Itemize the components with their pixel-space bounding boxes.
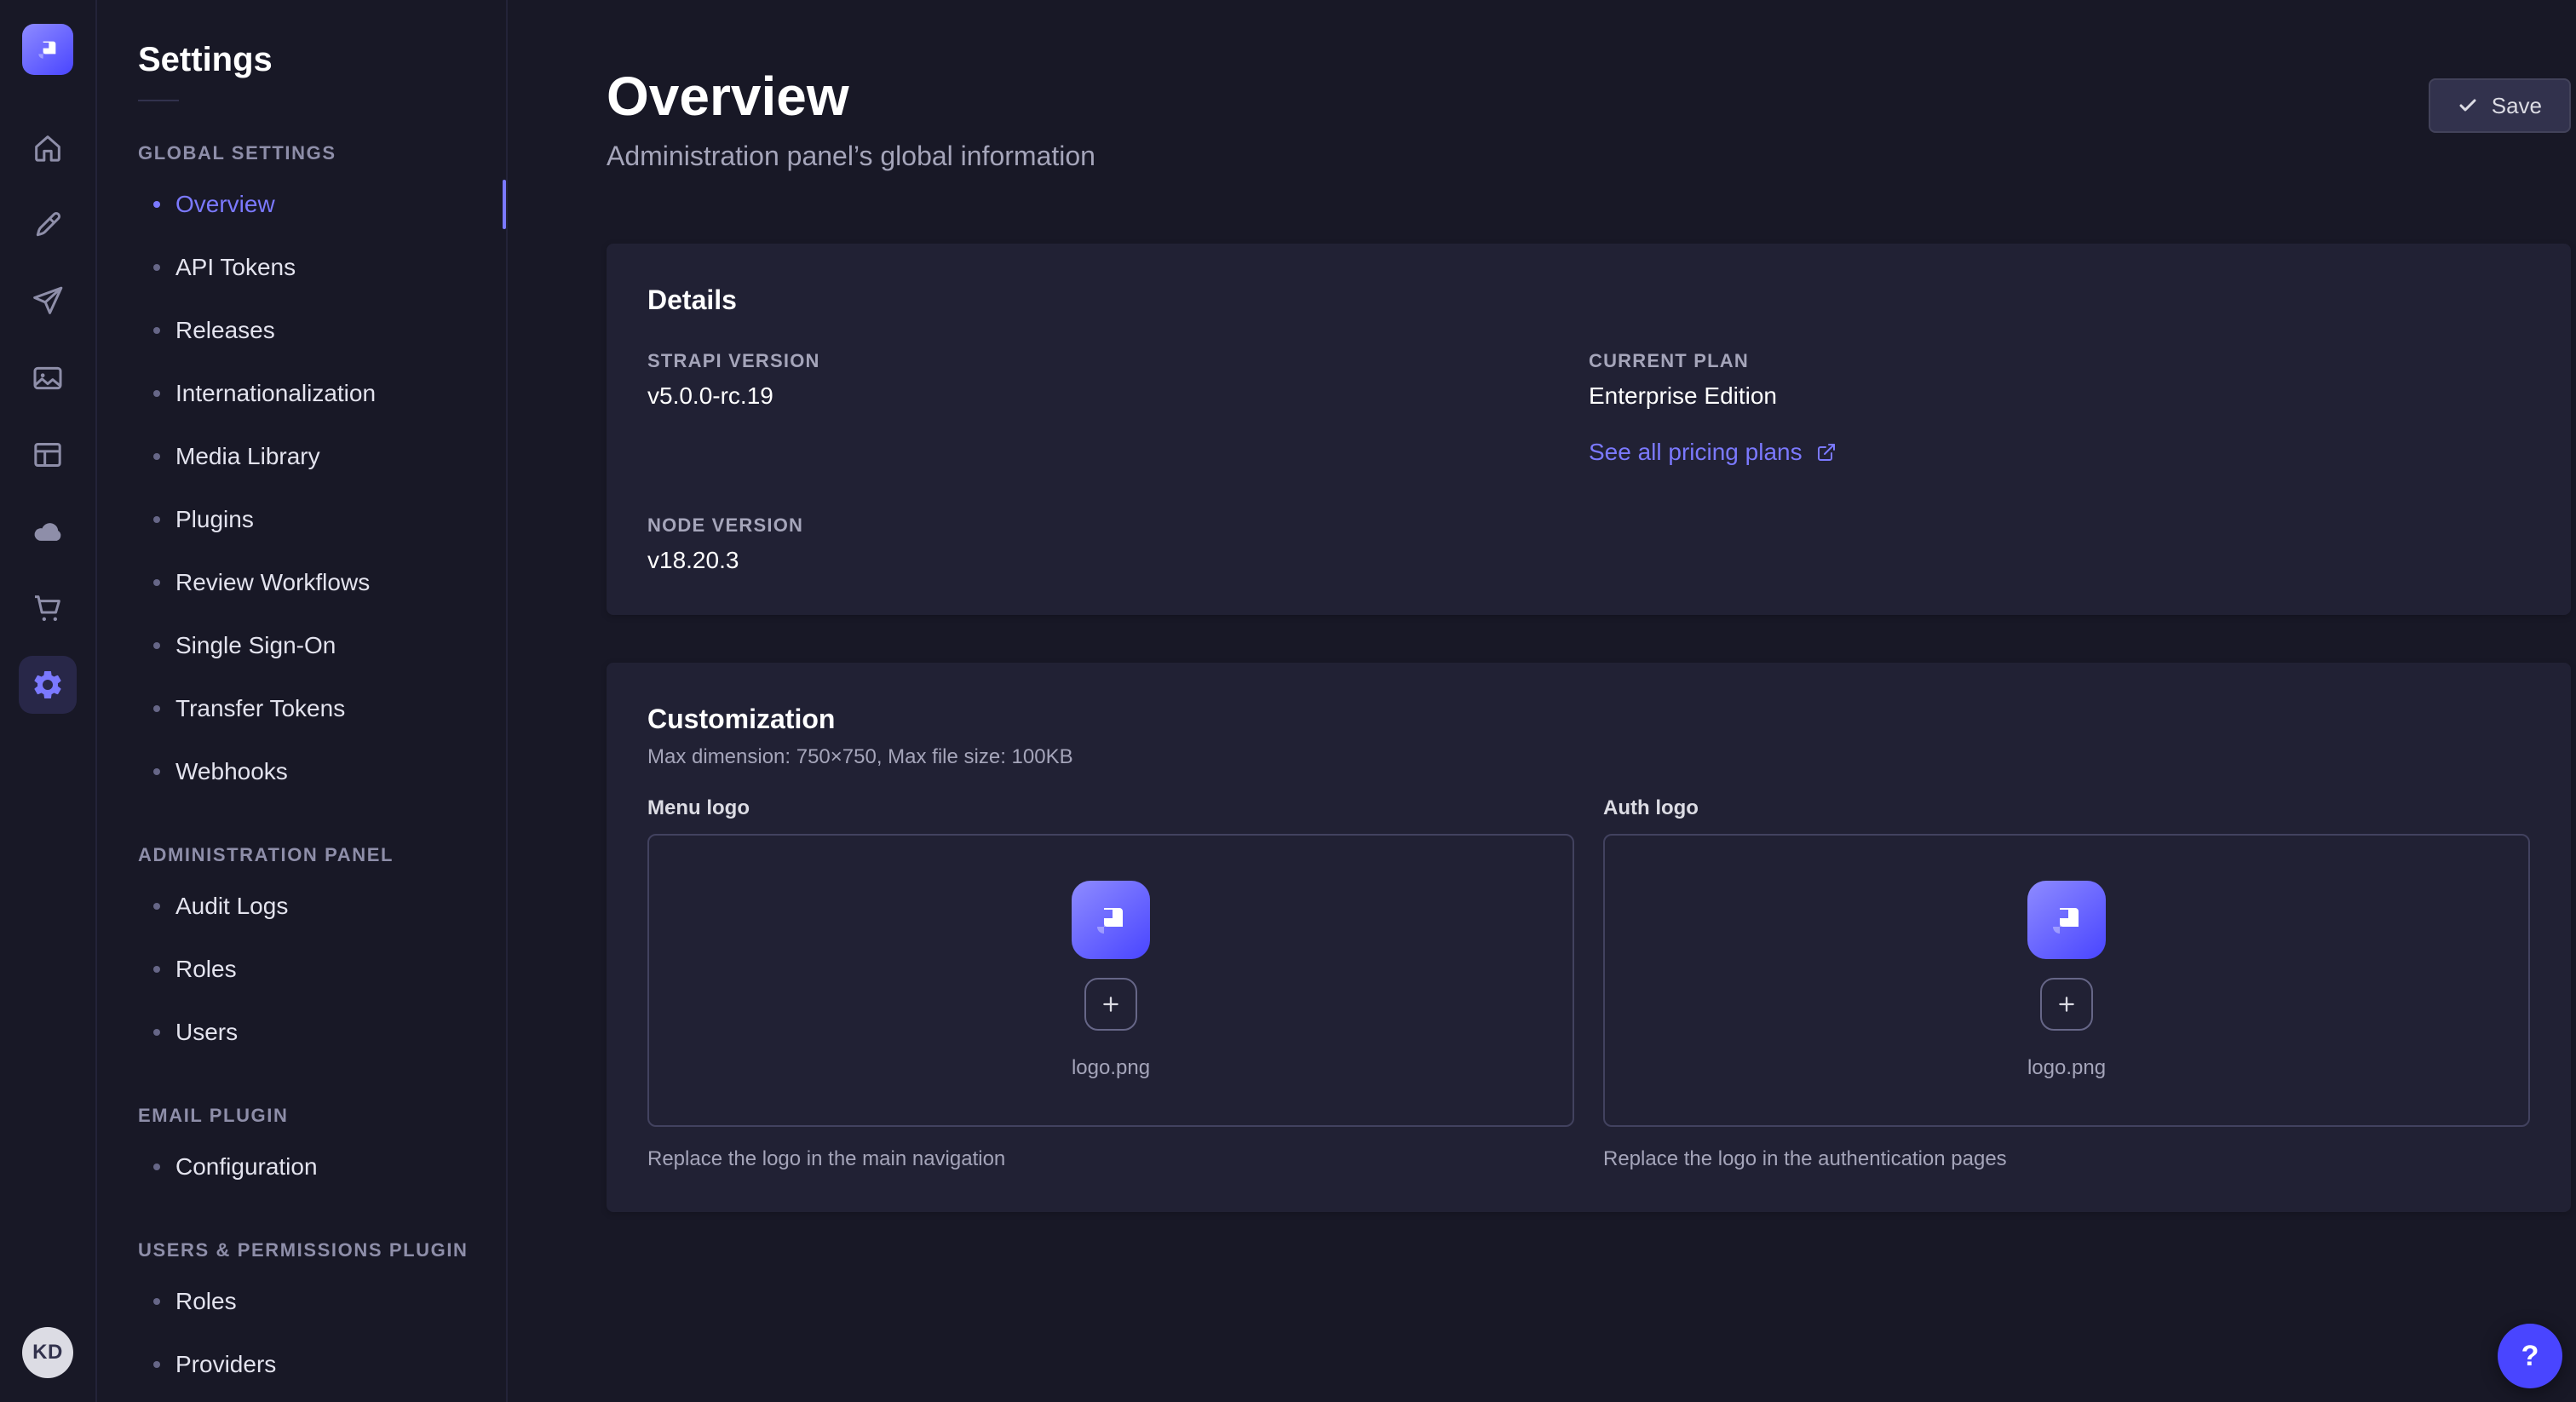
- menu-logo-hint: Replace the logo in the main navigation: [647, 1147, 1574, 1171]
- administration-panel-list: Audit Logs Roles Users: [138, 875, 506, 1064]
- sidebar-divider: [138, 100, 179, 101]
- user-avatar[interactable]: KD: [22, 1327, 73, 1378]
- sidebar-item-admin-roles[interactable]: Roles: [138, 938, 506, 1001]
- cart-icon[interactable]: [19, 579, 77, 637]
- bullet-dot: [153, 516, 160, 523]
- customization-constraints: Max dimension: 750×750, Max file size: 1…: [647, 745, 2530, 769]
- details-card-title: Details: [647, 284, 2530, 316]
- plus-icon: [2055, 992, 2079, 1016]
- layout-icon[interactable]: [19, 426, 77, 484]
- sidebar-item-admin-users[interactable]: Users: [138, 1001, 506, 1064]
- save-button[interactable]: Save: [2429, 78, 2571, 133]
- auth-logo-hint: Replace the logo in the authentication p…: [1603, 1147, 2530, 1171]
- sidebar-item-review-workflows[interactable]: Review Workflows: [138, 551, 506, 614]
- check-icon: [2458, 95, 2478, 116]
- strapi-logo-glyph: [2046, 899, 2087, 940]
- current-plan-field: CURRENT PLAN Enterprise Edition See all …: [1589, 350, 2530, 467]
- logo-uploads: Menu logo logo.png: [647, 796, 2530, 1171]
- page-title: Overview: [607, 68, 1095, 125]
- section-administration-panel: ADMINISTRATION PANEL: [138, 844, 506, 866]
- bullet-dot: [153, 1298, 160, 1305]
- sidebar-item-audit-logs[interactable]: Audit Logs: [138, 875, 506, 938]
- customization-card-title: Customization: [647, 704, 2530, 735]
- help-button[interactable]: ?: [2498, 1324, 2562, 1388]
- bullet-dot: [153, 1361, 160, 1368]
- auth-logo-preview: [2027, 881, 2106, 959]
- auth-logo-field: Auth logo logo.png: [1603, 796, 2530, 1171]
- sidebar-item-single-sign-on[interactable]: Single Sign-On: [138, 614, 506, 677]
- bullet-dot: [153, 390, 160, 397]
- sidebar-title: Settings: [138, 41, 506, 79]
- sidebar-item-up-roles[interactable]: Roles: [138, 1270, 506, 1333]
- page-subtitle: Administration panel’s global informatio…: [607, 141, 1095, 172]
- settings-sidebar: Settings GLOBAL SETTINGS Overview API To…: [97, 0, 508, 1402]
- strapi-logo-glyph: [1090, 899, 1131, 940]
- gear-icon[interactable]: [19, 656, 77, 714]
- menu-logo-field: Menu logo logo.png: [647, 796, 1574, 1171]
- bullet-dot: [153, 705, 160, 712]
- add-auth-logo-button[interactable]: [2040, 978, 2093, 1031]
- auth-logo-dropzone[interactable]: logo.png: [1603, 834, 2530, 1127]
- bullet-dot: [153, 903, 160, 910]
- strapi-version-field: STRAPI VERSION v5.0.0-rc.19: [647, 350, 1589, 467]
- strapi-logo-glyph: [34, 36, 61, 63]
- paint-brush-icon[interactable]: [19, 196, 77, 254]
- add-menu-logo-button[interactable]: [1084, 978, 1137, 1031]
- section-email-plugin: EMAIL PLUGIN: [138, 1105, 506, 1127]
- bullet-dot: [153, 453, 160, 460]
- main-nav-rail: KD: [0, 0, 97, 1402]
- sidebar-item-media-library[interactable]: Media Library: [138, 425, 506, 488]
- paper-plane-icon[interactable]: [19, 273, 77, 330]
- bullet-dot: [153, 966, 160, 973]
- cloud-icon[interactable]: [19, 503, 77, 560]
- rail-icon-list: [19, 119, 77, 714]
- bullet-dot: [153, 642, 160, 649]
- global-settings-list: Overview API Tokens Releases Internation…: [138, 173, 506, 803]
- external-link-icon: [1816, 442, 1837, 463]
- media-library-icon[interactable]: [19, 349, 77, 407]
- sidebar-item-overview[interactable]: Overview: [138, 173, 506, 236]
- customization-card: Customization Max dimension: 750×750, Ma…: [607, 663, 2571, 1212]
- sidebar-item-releases[interactable]: Releases: [138, 299, 506, 362]
- sidebar-item-api-tokens[interactable]: API Tokens: [138, 236, 506, 299]
- sidebar-item-webhooks[interactable]: Webhooks: [138, 740, 506, 803]
- sidebar-item-email-configuration[interactable]: Configuration: [138, 1135, 506, 1198]
- menu-logo-preview: [1072, 881, 1150, 959]
- strapi-admin-app: KD Settings GLOBAL SETTINGS Overview API…: [0, 0, 2576, 1402]
- bullet-dot: [153, 1164, 160, 1170]
- sidebar-item-internationalization[interactable]: Internationalization: [138, 362, 506, 425]
- sidebar-item-transfer-tokens[interactable]: Transfer Tokens: [138, 677, 506, 740]
- bullet-dot: [153, 579, 160, 586]
- plus-icon: [1099, 992, 1123, 1016]
- strapi-logo[interactable]: [22, 24, 73, 75]
- section-global-settings: GLOBAL SETTINGS: [138, 142, 506, 164]
- bullet-dot: [153, 768, 160, 775]
- bullet-dot: [153, 1029, 160, 1036]
- menu-logo-filename: logo.png: [1072, 1056, 1150, 1080]
- home-icon[interactable]: [19, 119, 77, 177]
- bullet-dot: [153, 327, 160, 334]
- pricing-plans-link[interactable]: See all pricing plans: [1589, 439, 1837, 466]
- sidebar-item-plugins[interactable]: Plugins: [138, 488, 506, 551]
- node-version-field: NODE VERSION v18.20.3: [647, 514, 1589, 574]
- sidebar-item-up-providers[interactable]: Providers: [138, 1333, 506, 1396]
- users-permissions-list: Roles Providers: [138, 1270, 506, 1396]
- bullet-dot: [153, 201, 160, 208]
- section-users-permissions-plugin: USERS & PERMISSIONS PLUGIN: [138, 1239, 506, 1261]
- details-card: Details STRAPI VERSION v5.0.0-rc.19 CURR…: [607, 244, 2571, 615]
- page-header: Overview Administration panel’s global i…: [607, 68, 2571, 172]
- main-content: Overview Administration panel’s global i…: [508, 0, 2576, 1402]
- email-plugin-list: Configuration: [138, 1135, 506, 1198]
- menu-logo-dropzone[interactable]: logo.png: [647, 834, 1574, 1127]
- auth-logo-filename: logo.png: [2027, 1056, 2106, 1080]
- details-fields: STRAPI VERSION v5.0.0-rc.19 CURRENT PLAN…: [647, 350, 2530, 574]
- bullet-dot: [153, 264, 160, 271]
